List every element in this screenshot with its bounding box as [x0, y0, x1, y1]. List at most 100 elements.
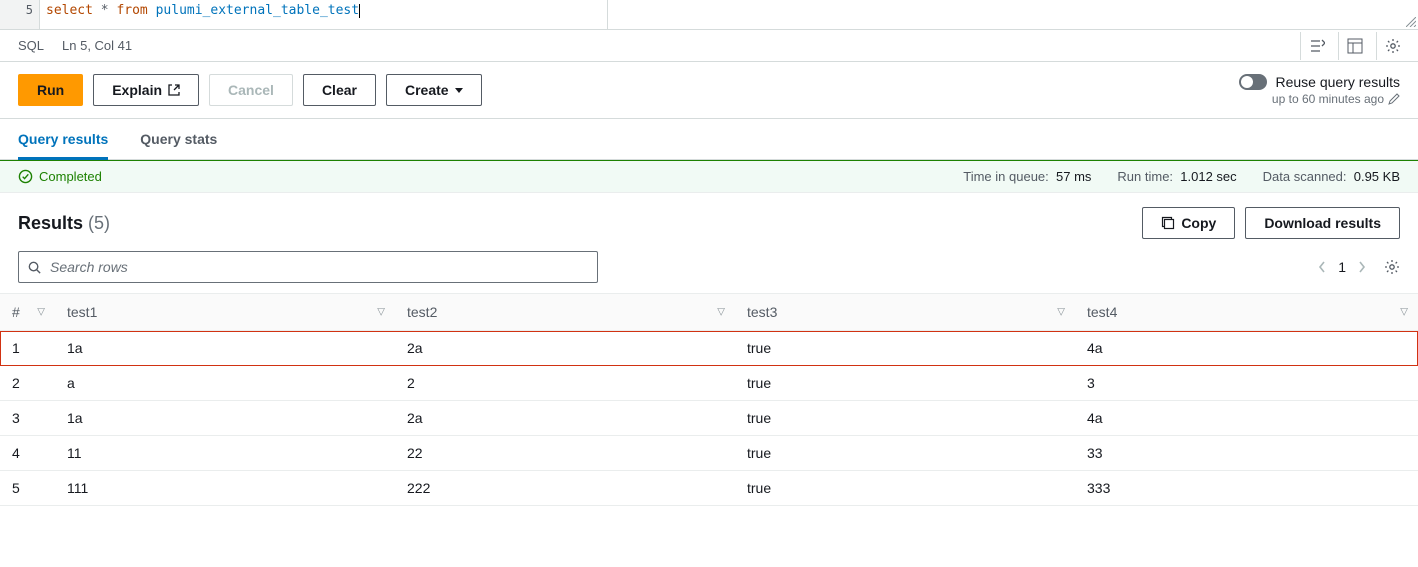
- cell-index: 2: [0, 366, 55, 401]
- scanned-value: 0.95 KB: [1354, 169, 1400, 184]
- cell: 333: [1075, 471, 1418, 506]
- col-header-test4[interactable]: test4▽: [1075, 294, 1418, 331]
- sort-icon: ▽: [37, 307, 45, 318]
- cell: 4a: [1075, 401, 1418, 436]
- cell: 4a: [1075, 331, 1418, 366]
- cell-index: 5: [0, 471, 55, 506]
- queue-value: 57 ms: [1056, 169, 1091, 184]
- page-prev-icon[interactable]: [1318, 261, 1326, 273]
- explain-button[interactable]: Explain: [93, 74, 199, 106]
- table-settings-icon[interactable]: [1384, 259, 1400, 275]
- editor-prev-line-number: 4: [0, 0, 40, 2]
- copy-label: Copy: [1181, 215, 1216, 231]
- editor-cursor: [359, 4, 360, 18]
- runtime-value: 1.012 sec: [1180, 169, 1236, 184]
- tab-query-stats[interactable]: Query stats: [140, 119, 217, 159]
- scanned-label: Data scanned:: [1263, 169, 1347, 184]
- results-title: Results: [18, 213, 83, 233]
- results-table-wrap: #▽ test1▽ test2▽ test3▽ test4▽ 1 1a 2a t…: [0, 293, 1418, 506]
- results-toolbar: 1: [0, 247, 1418, 293]
- col-header-index[interactable]: #▽: [0, 294, 55, 331]
- statusbar-lang: SQL: [18, 38, 44, 53]
- token-select: select: [46, 3, 93, 18]
- completion-bar: Completed Time in queue: 57 ms Run time:…: [0, 160, 1418, 193]
- cell: 2a: [395, 331, 735, 366]
- sql-editor[interactable]: 4 5 select * from pulumi_external_table_…: [0, 0, 1418, 30]
- statusbar-position: Ln 5, Col 41: [62, 38, 132, 53]
- search-input[interactable]: [50, 259, 589, 275]
- cell: true: [735, 401, 1075, 436]
- sort-icon: ▽: [717, 307, 725, 318]
- table-row[interactable]: 1 1a 2a true 4a: [0, 331, 1418, 366]
- editor-statusbar: SQL Ln 5, Col 41: [0, 30, 1418, 62]
- clear-button[interactable]: Clear: [303, 74, 376, 106]
- pencil-icon[interactable]: [1388, 93, 1400, 105]
- copy-button[interactable]: Copy: [1142, 207, 1235, 239]
- explain-label: Explain: [112, 82, 162, 98]
- results-tabs: Query results Query stats: [0, 119, 1418, 160]
- token-table: pulumi_external_table_test: [156, 3, 360, 18]
- cell: 1a: [55, 401, 395, 436]
- copy-icon: [1161, 216, 1175, 230]
- cell: 2: [395, 366, 735, 401]
- table-row[interactable]: 2 a 2 true 3: [0, 366, 1418, 401]
- cell: true: [735, 331, 1075, 366]
- sort-icon: ▽: [377, 307, 385, 318]
- search-rows-wrapper[interactable]: [18, 251, 598, 283]
- token-star: *: [101, 3, 109, 18]
- reuse-toggle[interactable]: [1239, 74, 1267, 90]
- table-row[interactable]: 5 111 222 true 333: [0, 471, 1418, 506]
- results-table: #▽ test1▽ test2▽ test3▽ test4▽ 1 1a 2a t…: [0, 294, 1418, 506]
- cell: true: [735, 436, 1075, 471]
- col-header-test1[interactable]: test1▽: [55, 294, 395, 331]
- page-next-icon[interactable]: [1358, 261, 1366, 273]
- editor-line-number: 5: [26, 3, 33, 17]
- cell: 33: [1075, 436, 1418, 471]
- app-root: 4 5 select * from pulumi_external_table_…: [0, 0, 1418, 567]
- token-from: from: [116, 3, 147, 18]
- cell: 11: [55, 436, 395, 471]
- results-count: (5): [88, 213, 110, 233]
- table-row[interactable]: 3 1a 2a true 4a: [0, 401, 1418, 436]
- expand-results-icon[interactable]: [1300, 32, 1332, 60]
- col-header-test2[interactable]: test2▽: [395, 294, 735, 331]
- sort-icon: ▽: [1057, 307, 1065, 318]
- cell: true: [735, 471, 1075, 506]
- create-dropdown-button[interactable]: Create: [386, 74, 482, 106]
- editor-vertical-separator: [607, 0, 608, 29]
- cell: 111: [55, 471, 395, 506]
- download-results-button[interactable]: Download results: [1245, 207, 1400, 239]
- cell: 3: [1075, 366, 1418, 401]
- cell: 222: [395, 471, 735, 506]
- editor-gutter: 4 5: [0, 0, 40, 29]
- cell: 1a: [55, 331, 395, 366]
- cell: true: [735, 366, 1075, 401]
- cell: a: [55, 366, 395, 401]
- cell-index: 1: [0, 331, 55, 366]
- cell: 2a: [395, 401, 735, 436]
- page-number: 1: [1338, 259, 1346, 275]
- layout-icon[interactable]: [1338, 32, 1370, 60]
- cancel-button: Cancel: [209, 74, 293, 106]
- reuse-label: Reuse query results: [1275, 74, 1400, 90]
- resize-handle-icon[interactable]: [1406, 17, 1416, 27]
- pager: 1: [1318, 259, 1400, 275]
- reuse-results-panel: Reuse query results up to 60 minutes ago: [1239, 74, 1400, 106]
- results-header: Results (5) Copy Download results: [0, 193, 1418, 247]
- cell-index: 4: [0, 436, 55, 471]
- chevron-down-icon: [455, 88, 463, 93]
- table-row[interactable]: 4 11 22 true 33: [0, 436, 1418, 471]
- search-icon: [27, 260, 42, 275]
- create-label: Create: [405, 82, 449, 98]
- completion-status: Completed: [39, 169, 102, 184]
- cell-index: 3: [0, 401, 55, 436]
- tab-query-results[interactable]: Query results: [18, 119, 108, 159]
- run-button[interactable]: Run: [18, 74, 83, 106]
- success-icon: [18, 169, 33, 184]
- action-bar: Run Explain Cancel Clear Create Reuse qu…: [0, 62, 1418, 119]
- external-link-icon: [168, 84, 180, 96]
- reuse-sublabel: up to 60 minutes ago: [1272, 92, 1384, 106]
- editor-code-line[interactable]: select * from pulumi_external_table_test: [40, 0, 1418, 29]
- col-header-test3[interactable]: test3▽: [735, 294, 1075, 331]
- settings-gear-icon[interactable]: [1376, 32, 1408, 60]
